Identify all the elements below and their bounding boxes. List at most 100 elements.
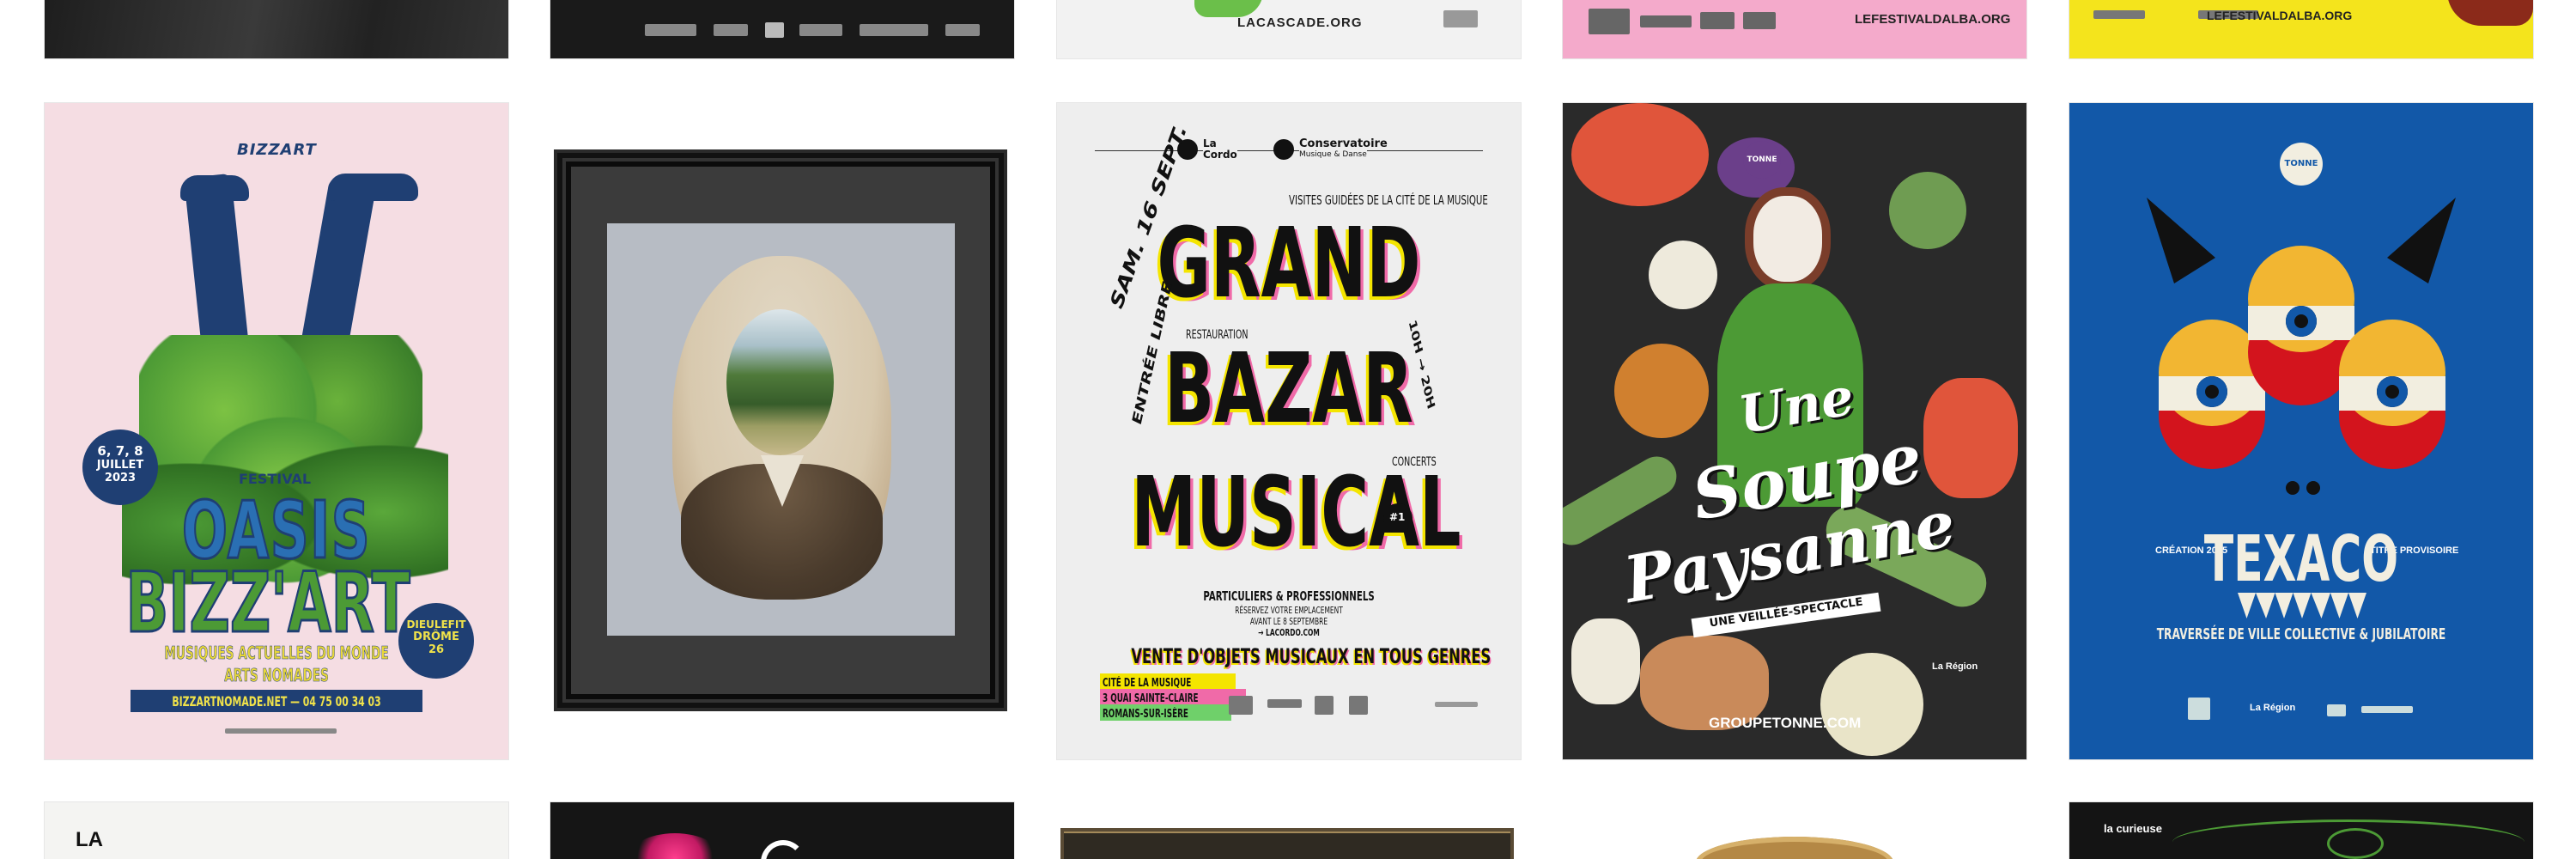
pupil-right <box>2377 376 2408 407</box>
poster-brand: BIZZART <box>237 141 317 159</box>
poster-tile-bottom-1[interactable]: LA <box>45 802 508 859</box>
poster-title-line-2: BIZZ'ART <box>125 554 410 653</box>
sponsor-logo <box>1435 702 1478 707</box>
sponsor-logo <box>2188 698 2210 720</box>
sponsor-logo <box>2327 704 2346 716</box>
date-month: JUILLET <box>96 459 144 472</box>
woman-head <box>1753 196 1822 282</box>
address-line-3: ROMANS-SUR-ISÈRE <box>1100 704 1231 721</box>
visits-line: VISITES GUIDÉES DE LA CITÉ DE LA MUSIQUE <box>1289 192 1488 208</box>
nostril-left <box>2286 481 2300 495</box>
edition-text: #1 <box>1389 511 1406 523</box>
pepper-illustration <box>1923 378 2018 498</box>
place-region: DRÔME <box>413 631 459 643</box>
subtitle-arc: TRAVERSÉE DE VILLE COLLECTIVE & JUBILATO… <box>2156 625 2446 643</box>
poster-text: LA <box>76 828 103 851</box>
gold-frame <box>1696 837 1893 859</box>
garlic-illustration <box>1889 172 1966 249</box>
garlic-illustration <box>1571 618 1640 704</box>
region-logo: La Région <box>1932 661 1978 672</box>
logo-conservatoire-b: Musique & Danse <box>1299 150 1367 159</box>
logo-conservatoire-a: Conservatoire <box>1299 137 1388 150</box>
poster-texture <box>45 0 508 58</box>
poster-tile-top-4[interactable]: LEFESTIVALDALBA.ORG <box>1563 0 2026 58</box>
poster-tile-bottom-2[interactable] <box>550 802 1014 859</box>
poster-tile-grand-bazar[interactable]: La Cordo Conservatoire Musique & Danse S… <box>1057 103 1521 759</box>
sponsor-logo <box>945 24 980 36</box>
sponsor-logo <box>799 24 842 36</box>
landscape-window <box>726 309 834 455</box>
pros-line: PARTICULIERS & PROFESSIONNELS <box>1203 588 1375 604</box>
garlic-illustration <box>1649 241 1717 309</box>
poster-tile-top-2[interactable] <box>550 0 1014 58</box>
pupil-center <box>2286 306 2317 337</box>
sponsor-logo <box>1443 10 1478 27</box>
tomato-illustration <box>1571 103 1709 206</box>
horn-left <box>2147 198 2215 283</box>
sponsor-logo <box>714 24 748 36</box>
title-line-bazar: BAZAR <box>1164 333 1413 445</box>
badge-tonne: TONNE <box>1743 141 1781 179</box>
poster-tile-soupe-paysanne[interactable]: TONNE Une Soupe Paysanne UNE VEILLÉE-SPE… <box>1563 103 2026 759</box>
tomato-illustration <box>1614 344 1709 438</box>
logo-lacordo-a: La <box>1203 137 1217 149</box>
sponsor-logo <box>1349 696 1368 715</box>
pupil-left <box>2196 376 2227 407</box>
reserve-line-3: → LACORDO.COM <box>1258 627 1320 638</box>
poster-tile-texaco[interactable]: TONNE CRÉATION 2025 TITRE PROVISOIRE TEX… <box>2069 103 2533 759</box>
sponsor-logo <box>860 24 928 36</box>
poster-title: TEXACO <box>2203 522 2399 596</box>
contact-text: BIZZARTNOMADE.NET — 04 75 00 34 03 <box>172 693 381 710</box>
brown-shape <box>2447 0 2533 26</box>
sponsor-logo <box>1700 12 1735 29</box>
horn-right <box>2387 198 2456 283</box>
sponsor-logo <box>225 728 337 734</box>
poster-tile-bottom-3[interactable] <box>1057 802 1521 859</box>
sponsor-logo <box>645 24 696 36</box>
sponsor-logo <box>1640 15 1692 27</box>
address-line-1: CITÉ DE LA MUSIQUE <box>1100 673 1236 690</box>
sponsor-logo <box>1229 696 1253 715</box>
sponsor-logo <box>765 22 784 38</box>
green-vine <box>2327 828 2384 859</box>
nostril-right <box>2306 481 2320 495</box>
place-town: DIEULEFIT <box>406 618 466 631</box>
poster-brand: la curieuse <box>2104 822 2162 835</box>
sponsor-logo <box>1743 12 1776 29</box>
reserve-line-2: AVANT LE 8 SEPTEMBRE <box>1249 616 1328 627</box>
poster-tile-bottom-5[interactable]: la curieuse <box>2069 802 2533 859</box>
site-text: GROUPETONNE.COM <box>1709 715 1862 731</box>
poster-tile-top-1[interactable] <box>45 0 508 58</box>
poster-subtitle-1: MUSIQUES ACTUELLES DU MONDE <box>164 643 389 664</box>
sponsor-logo <box>1315 696 1334 715</box>
poster-tile-framed-portrait[interactable] <box>550 103 1014 759</box>
sponsor-logo <box>2093 10 2145 19</box>
region-logo: La Région <box>2250 703 2296 713</box>
lemon-illustration <box>1820 653 1923 756</box>
poster-site-text: LACASCADE.ORG <box>1237 15 1363 30</box>
foot-right <box>328 174 418 201</box>
badge-tonne: TONNE <box>2280 143 2323 186</box>
poster-tile-top-5[interactable]: LEFESTIVALDALBA.ORG <box>2069 0 2533 58</box>
reserve-line-1: RÉSERVEZ VOTRE EMPLACEMENT <box>1235 605 1343 616</box>
title-line-grand: GRAND <box>1157 208 1421 320</box>
frame <box>1060 828 1514 859</box>
sponsor-logo <box>1589 9 1630 34</box>
poster-site-text: LEFESTIVALDALBA.ORG <box>2207 9 2353 22</box>
poster-tile-top-3[interactable]: LACASCADE.ORG <box>1057 0 1521 58</box>
logo-lacordo-b: Cordo <box>1203 149 1237 161</box>
date-year: 2023 <box>104 472 137 484</box>
foot-left <box>180 175 249 201</box>
white-shape <box>761 840 805 859</box>
poster-tile-oasis-bizzart[interactable]: BIZZART 6, 7, 8 JUILLET 2023 FESTIVAL OA… <box>45 103 508 759</box>
poster-site-text: LEFESTIVALDALBA.ORG <box>1855 12 2011 27</box>
date-days: 6, 7, 8 <box>97 443 143 459</box>
poster-tile-bottom-4[interactable] <box>1563 802 2026 859</box>
pink-glow <box>628 833 722 859</box>
sponsor-logo <box>2361 706 2413 713</box>
sponsor-logo <box>1267 699 1302 708</box>
logo-conservatoire-icon <box>1273 139 1294 160</box>
poster-subtitle-2: ARTS NOMADES <box>224 665 329 686</box>
green-shape <box>1194 0 1263 17</box>
teeth <box>2238 593 2366 618</box>
